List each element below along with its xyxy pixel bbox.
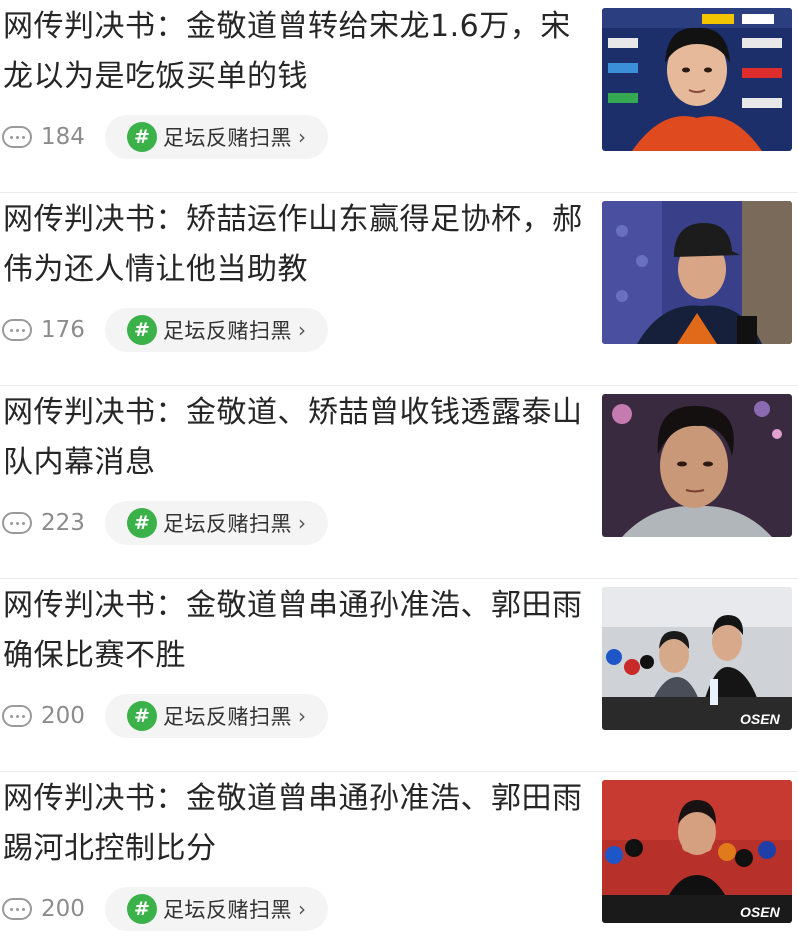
topic-tag-label: 足坛反赌扫黑 — [163, 512, 292, 536]
topic-tag-label: 足坛反赌扫黑 — [163, 319, 292, 343]
comment-icon[interactable] — [2, 512, 32, 534]
topic-tag[interactable]: # 足坛反赌扫黑 › — [105, 308, 328, 352]
comment-icon[interactable] — [2, 126, 32, 148]
hashtag-icon: # — [127, 894, 157, 924]
news-title[interactable]: 网传判决书：金敬道、矫喆曾收钱透露泰山队内幕消息 — [3, 388, 585, 488]
hashtag-icon: # — [127, 701, 157, 731]
comment-count: 200 — [41, 703, 85, 729]
news-meta: 223 # 足坛反赌扫黑 › — [2, 501, 328, 545]
chevron-right-icon: › — [298, 704, 306, 728]
chevron-right-icon: › — [298, 318, 306, 342]
comment-icon[interactable] — [2, 705, 32, 727]
thumbnail-image-player-interview — [602, 8, 792, 151]
topic-tag[interactable]: # 足坛反赌扫黑 › — [105, 887, 328, 931]
thumbnail-image-press-microphones: OSEN — [602, 780, 792, 923]
news-thumbnail[interactable] — [602, 394, 792, 537]
news-item[interactable]: 网传判决书：矫喆运作山东赢得足协杯，郝伟为还人情让他当助教 176 # 足坛反赌… — [0, 193, 798, 386]
comment-count: 223 — [41, 510, 85, 536]
news-meta: 200 # 足坛反赌扫黑 › — [2, 694, 328, 738]
comment-count: 176 — [41, 317, 85, 343]
news-title[interactable]: 网传判决书：金敬道曾串通孙准浩、郭田雨确保比赛不胜 — [3, 581, 585, 681]
news-item[interactable]: 网传判决书：金敬道、矫喆曾收钱透露泰山队内幕消息 223 # 足坛反赌扫黑 › — [0, 386, 798, 579]
hashtag-icon: # — [127, 508, 157, 538]
news-meta: 200 # 足坛反赌扫黑 › — [2, 887, 328, 931]
news-meta: 184 # 足坛反赌扫黑 › — [2, 115, 328, 159]
topic-tag-label: 足坛反赌扫黑 — [163, 126, 292, 150]
chevron-right-icon: › — [298, 511, 306, 535]
news-title[interactable]: 网传判决书：金敬道曾转给宋龙1.6万，宋龙以为是吃饭买单的钱 — [3, 2, 585, 102]
news-thumbnail[interactable]: OSEN — [602, 780, 792, 923]
topic-tag-label: 足坛反赌扫黑 — [163, 705, 292, 729]
thumbnail-image-player-selfie — [602, 394, 792, 537]
chevron-right-icon: › — [298, 897, 306, 921]
osen-watermark: OSEN — [740, 904, 781, 920]
hashtag-icon: # — [127, 315, 157, 345]
topic-tag-label: 足坛反赌扫黑 — [163, 898, 292, 922]
news-item[interactable]: 网传判决书：金敬道曾串通孙准浩、郭田雨踢河北控制比分 200 # 足坛反赌扫黑 … — [0, 772, 798, 946]
news-thumbnail[interactable] — [602, 201, 792, 344]
news-item[interactable]: 网传判决书：金敬道曾转给宋龙1.6万，宋龙以为是吃饭买单的钱 184 # 足坛反… — [0, 0, 798, 193]
comment-count: 184 — [41, 124, 85, 150]
chevron-right-icon: › — [298, 125, 306, 149]
news-thumbnail[interactable] — [602, 8, 792, 151]
comment-icon[interactable] — [2, 319, 32, 341]
thumbnail-image-press-conference: OSEN — [602, 587, 792, 730]
news-title[interactable]: 网传判决书：矫喆运作山东赢得足协杯，郝伟为还人情让他当助教 — [3, 195, 585, 295]
topic-tag[interactable]: # 足坛反赌扫黑 › — [105, 501, 328, 545]
topic-tag[interactable]: # 足坛反赌扫黑 › — [105, 694, 328, 738]
topic-tag[interactable]: # 足坛反赌扫黑 › — [105, 115, 328, 159]
news-item[interactable]: 网传判决书：金敬道曾串通孙准浩、郭田雨确保比赛不胜 200 # 足坛反赌扫黑 › — [0, 579, 798, 772]
news-meta: 176 # 足坛反赌扫黑 › — [2, 308, 328, 352]
comment-icon[interactable] — [2, 898, 32, 920]
hashtag-icon: # — [127, 122, 157, 152]
comment-count: 200 — [41, 896, 85, 922]
news-title[interactable]: 网传判决书：金敬道曾串通孙准浩、郭田雨踢河北控制比分 — [3, 774, 585, 874]
thumbnail-image-coach-cap — [602, 201, 792, 344]
osen-watermark: OSEN — [740, 711, 781, 727]
news-feed: 网传判决书：金敬道曾转给宋龙1.6万，宋龙以为是吃饭买单的钱 184 # 足坛反… — [0, 0, 798, 946]
news-thumbnail[interactable]: OSEN — [602, 587, 792, 730]
